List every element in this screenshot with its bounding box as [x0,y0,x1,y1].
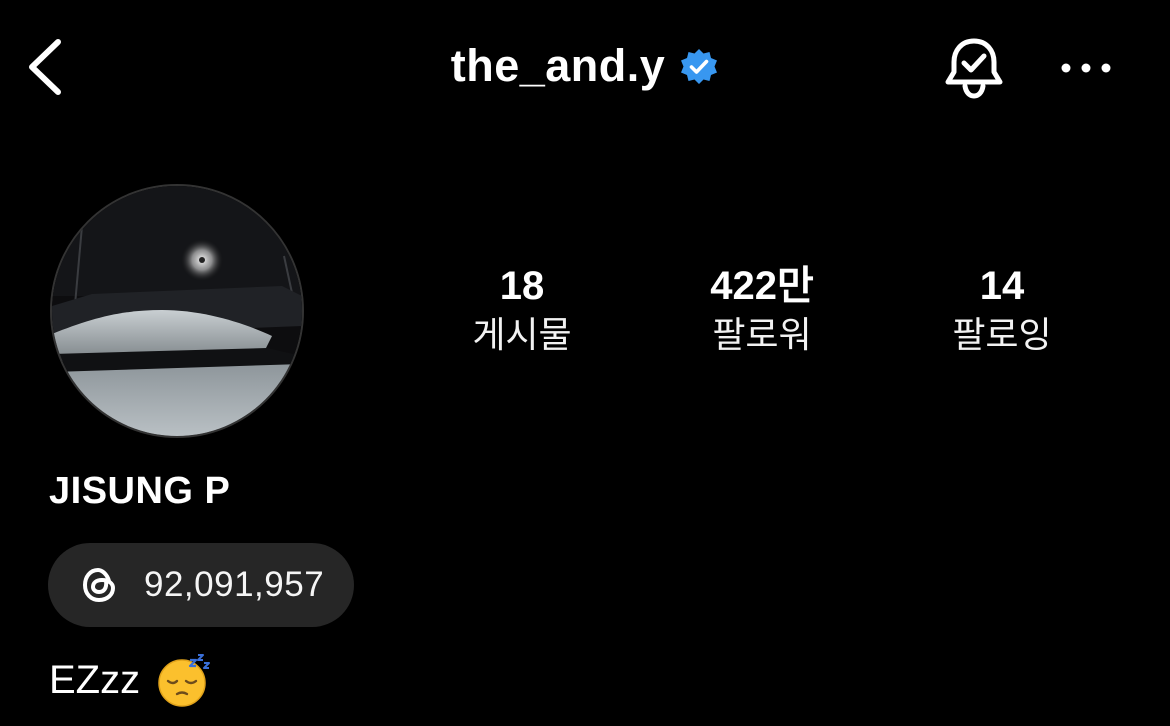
verified-badge-icon [681,49,718,84]
posts-count: 18 [499,264,545,308]
more-horizontal-icon [1061,63,1111,73]
profile-full-name: JISUNG P [49,470,231,512]
username: the_and.y [450,40,666,91]
bio-text: EZzz [49,657,141,702]
stat-posts[interactable]: 18 게시물 [422,260,622,358]
bell-check-icon [945,38,1003,99]
followers-label: 팔로워 [712,314,812,355]
profile-bio: EZzz [49,652,212,708]
notifications-button[interactable] [940,34,1008,102]
following-count: 14 [979,264,1025,308]
threads-link-button[interactable]: 92,091,957 [48,543,354,627]
avatar-image [52,186,302,436]
stat-followers[interactable]: 422만 팔로워 [662,260,862,358]
followers-count: 422만 [710,264,814,308]
profile-avatar[interactable] [50,184,304,438]
more-options-button[interactable] [1058,58,1114,78]
threads-follower-count: 92,091,957 [144,565,325,604]
stat-following[interactable]: 14 팔로잉 [902,260,1102,358]
threads-icon [82,567,116,603]
profile-header: the_and.y [0,0,1170,140]
posts-label: 게시물 [472,314,572,355]
sleeping-face-emoji-icon [158,654,211,707]
following-label: 팔로잉 [952,314,1052,355]
